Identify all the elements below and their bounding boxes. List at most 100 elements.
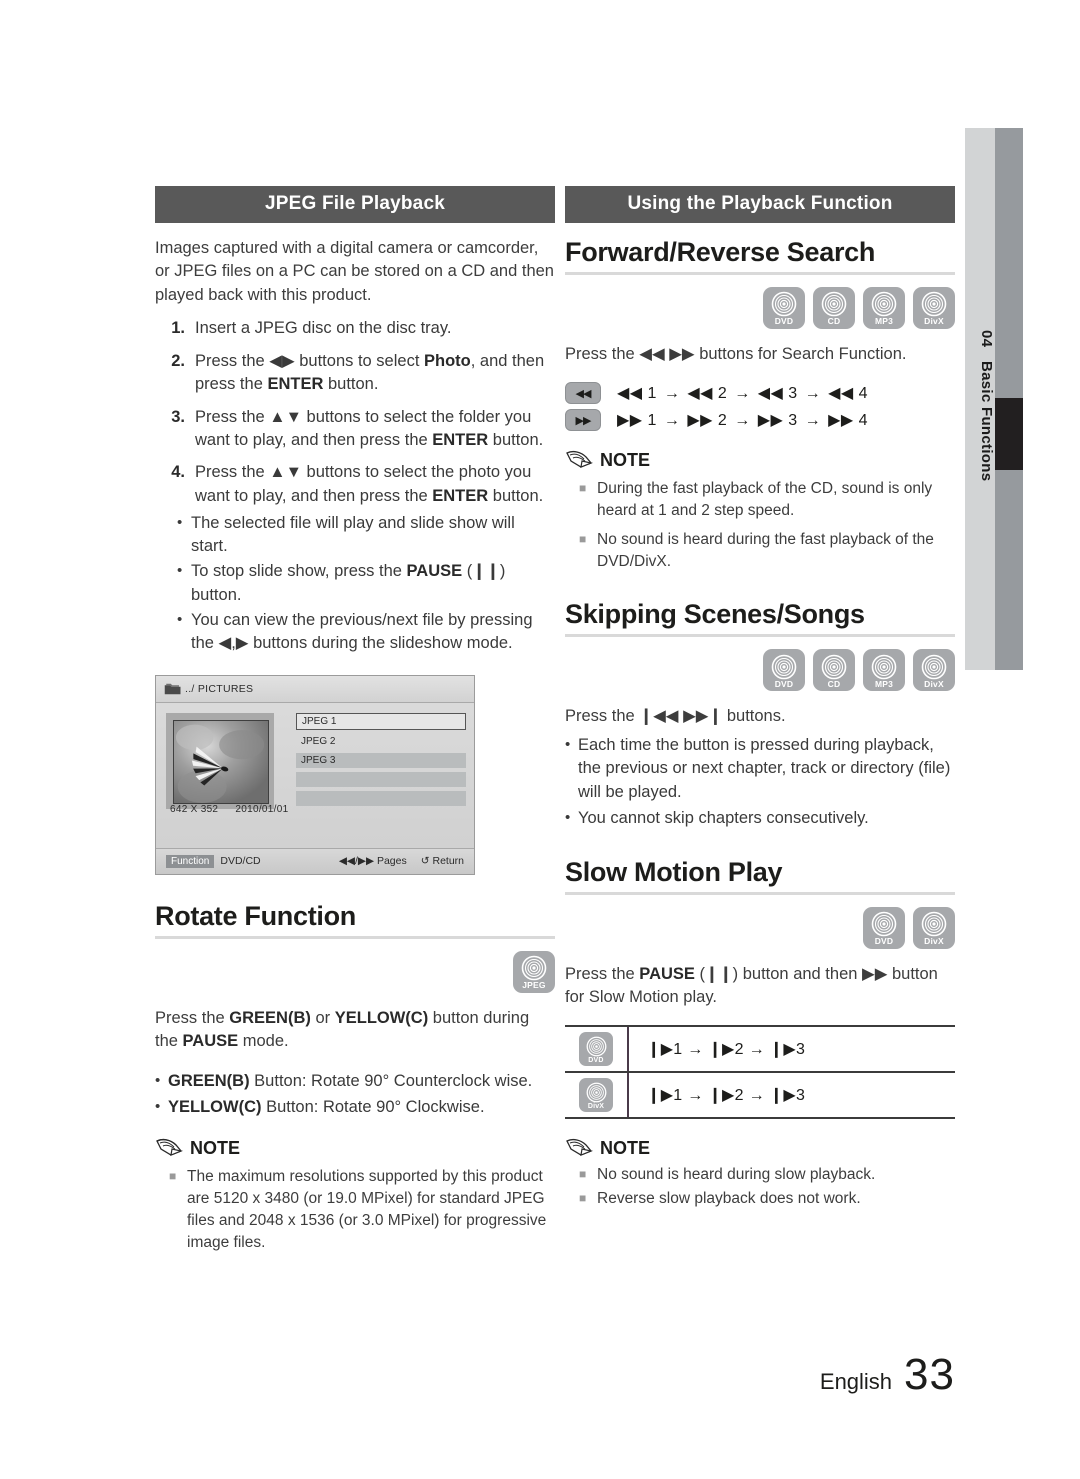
bullet-text: YELLOW(C) Button: Rotate 90° Clockwise. <box>168 1098 485 1117</box>
note-text: No sound is heard during slow playback. <box>597 1166 876 1184</box>
note-text: Reverse slow playback does not work. <box>597 1190 861 1208</box>
table-cell-sequence: ❙▶1 → ❙▶2 → ❙▶3 <box>629 1039 955 1059</box>
rotate-bullets: • GREEN(B) Button: Rotate 90° Counterclo… <box>155 1070 555 1120</box>
section-banner-jpeg: JPEG File Playback <box>155 186 555 223</box>
disc-icon <box>586 1036 607 1057</box>
note-item: ■ No sound is heard during the fast play… <box>565 529 955 573</box>
disc-icon <box>821 654 847 680</box>
speed-step: ▶▶ 4 <box>828 412 869 430</box>
osd-image-date: 2010/01/01 <box>235 803 289 815</box>
skipping-heading: Skipping Scenes/Songs <box>565 599 865 630</box>
speed-sequence: ◀◀ 1 → ◀◀ 2 → ◀◀ 3 → ◀◀ 4 <box>617 383 868 403</box>
osd-thumbnail-frame <box>166 712 274 809</box>
bullet-item: • The selected file will play and slide … <box>155 512 555 558</box>
table-row: DVD ❙▶1 → ❙▶2 → ❙▶3 <box>565 1027 955 1074</box>
note-text: The maximum resolutions supported by thi… <box>187 1168 547 1252</box>
disc-badge-label: DVD <box>588 1056 604 1064</box>
speed-step: ◀◀ 4 <box>828 385 869 403</box>
slow-motion-table: DVD ❙▶1 → ❙▶2 → ❙▶3 DivX ❙▶1 → ❙▶2 → ❙▶3 <box>565 1025 955 1120</box>
bullet-item: • YELLOW(C) Button: Rotate 90° Clockwise… <box>155 1096 555 1119</box>
chapter-tab-text: 04 Basic Functions <box>965 128 995 670</box>
rotate-heading: Rotate Function <box>155 900 356 931</box>
disc-badge-divx: DivX <box>913 649 955 692</box>
bullet-dot-icon: • <box>155 1071 161 1089</box>
disc-badge-divx: DivX <box>913 287 955 329</box>
osd-return-action[interactable]: ↺ Return <box>421 855 464 867</box>
bullet-item: • Each time the button is pressed during… <box>565 734 955 804</box>
disc-badge-label: DivX <box>924 316 944 327</box>
manual-page: 04 Basic Functions JPEG File Playback Im… <box>0 0 1080 1479</box>
jpeg-steps-list: 1. Insert a JPEG disc on the disc tray. … <box>155 317 555 655</box>
osd-file-item-selected[interactable]: JPEG 1 <box>296 712 466 730</box>
osd-function-badge[interactable]: Function <box>166 854 215 868</box>
note-header: NOTE <box>565 449 955 471</box>
speed-row-reverse: ◀◀ ◀◀ 1 → ◀◀ 2 → ◀◀ 3 → ◀◀ 4 <box>565 382 955 405</box>
arrow-icon: → <box>663 385 681 403</box>
step-number: 3. <box>171 407 185 426</box>
disc-badge-label: MP3 <box>874 678 894 689</box>
step-item: 2. Press the ◀▶ buttons to select Photo,… <box>155 350 555 397</box>
disc-badge-label: DVD <box>774 678 794 689</box>
osd-footer-actions: ◀◀/▶▶ Pages ↺ Return <box>339 855 464 867</box>
note-title: NOTE <box>600 449 651 470</box>
pencil-icon <box>565 449 595 471</box>
note-item: ■ No sound is heard during slow playback… <box>565 1164 955 1186</box>
bullet-dot-icon: • <box>177 562 183 580</box>
slow-step: ❙▶3 <box>769 1087 806 1105</box>
step-item: 3. Press the ▲▼ buttons to select the fo… <box>155 406 555 453</box>
osd-file-item-empty <box>296 790 466 806</box>
speed-step: ▶▶ 2 <box>687 412 728 430</box>
bullet-dot-icon: • <box>565 735 571 753</box>
note-text: No sound is heard during the fast playba… <box>597 531 934 571</box>
chapter-position-marker <box>995 398 1023 470</box>
osd-file-item[interactable]: JPEG 2 <box>296 734 466 749</box>
note-square-icon: ■ <box>579 532 587 547</box>
osd-screenshot: ../ PICTURES JPEG 1 JPEG 2 JPEG 3 642 X … <box>155 674 475 875</box>
rewind-key-icon: ◀◀ <box>565 382 601 405</box>
disc-badge-mp3: MP3 <box>863 649 905 692</box>
slow-step: ❙▶2 <box>708 1041 744 1059</box>
search-intro: Press the ◀◀ ▶▶ buttons for Search Funct… <box>565 345 907 363</box>
disc-badge-dvd: DVD <box>863 906 905 949</box>
note-items: ■ No sound is heard during slow playback… <box>565 1164 955 1210</box>
note-square-icon: ■ <box>579 481 587 496</box>
osd-file-list: JPEG 1 JPEG 2 JPEG 3 <box>296 712 466 847</box>
disc-icon <box>921 654 947 680</box>
step-text: Press the ▲▼ buttons to select the photo… <box>195 463 544 505</box>
pencil-icon <box>155 1137 185 1159</box>
chapter-number: 04 <box>978 330 995 348</box>
step-text: Press the ▲▼ buttons to select the folde… <box>195 407 544 449</box>
rotate-function-section: Rotate Function JPEG Press the GREEN(B) … <box>155 901 555 1255</box>
search-badges: DVD CD MP3 DivX <box>565 287 955 329</box>
slow-motion-section: Slow Motion Play DVD DivX Press the PAUS… <box>565 857 955 1211</box>
disc-badge-dvd: DVD <box>763 287 805 329</box>
rotate-intro: Press the GREEN(B) or YELLOW(C) button d… <box>155 1008 530 1051</box>
slow-step: ❙▶1 <box>647 1087 683 1105</box>
note-square-icon: ■ <box>579 1191 587 1206</box>
arrow-icon: → <box>734 412 751 430</box>
bullet-dot-icon: • <box>155 1098 161 1116</box>
speed-step: ◀◀ 2 <box>687 385 728 403</box>
disc-icon <box>771 654 797 680</box>
table-cell-disc: DivX <box>565 1073 629 1118</box>
speed-sequence: ▶▶ 1 → ▶▶ 2 → ▶▶ 3 → ▶▶ 4 <box>617 410 868 430</box>
osd-pages-action[interactable]: ◀◀/▶▶ Pages <box>339 855 407 867</box>
slow-motion-heading: Slow Motion Play <box>565 856 783 887</box>
bullet-text: Each time the button is pressed during p… <box>578 735 951 801</box>
folder-icon <box>164 682 182 696</box>
disc-badge-jpeg: JPEG <box>513 950 555 993</box>
return-label: Return <box>432 855 464 868</box>
disc-badge-label: MP3 <box>874 316 894 327</box>
table-row: DivX ❙▶1 → ❙▶2 → ❙▶3 <box>565 1073 955 1120</box>
speed-step: ◀◀ 1 <box>617 385 657 403</box>
arrow-icon: → <box>804 385 822 403</box>
disc-icon <box>921 911 947 937</box>
bullet-text: To stop slide show, press the PAUSE (❙❙)… <box>191 562 506 604</box>
bullet-text: You cannot skip chapters consecutively. <box>578 809 869 828</box>
note-header: NOTE <box>155 1137 555 1159</box>
bullet-text: You can view the previous/next file by p… <box>191 610 533 652</box>
arrow-icon: → <box>663 412 681 430</box>
speed-step: ▶▶ 1 <box>617 412 657 430</box>
bullet-dot-icon: • <box>177 514 183 532</box>
osd-file-item[interactable]: JPEG 3 <box>296 752 466 768</box>
